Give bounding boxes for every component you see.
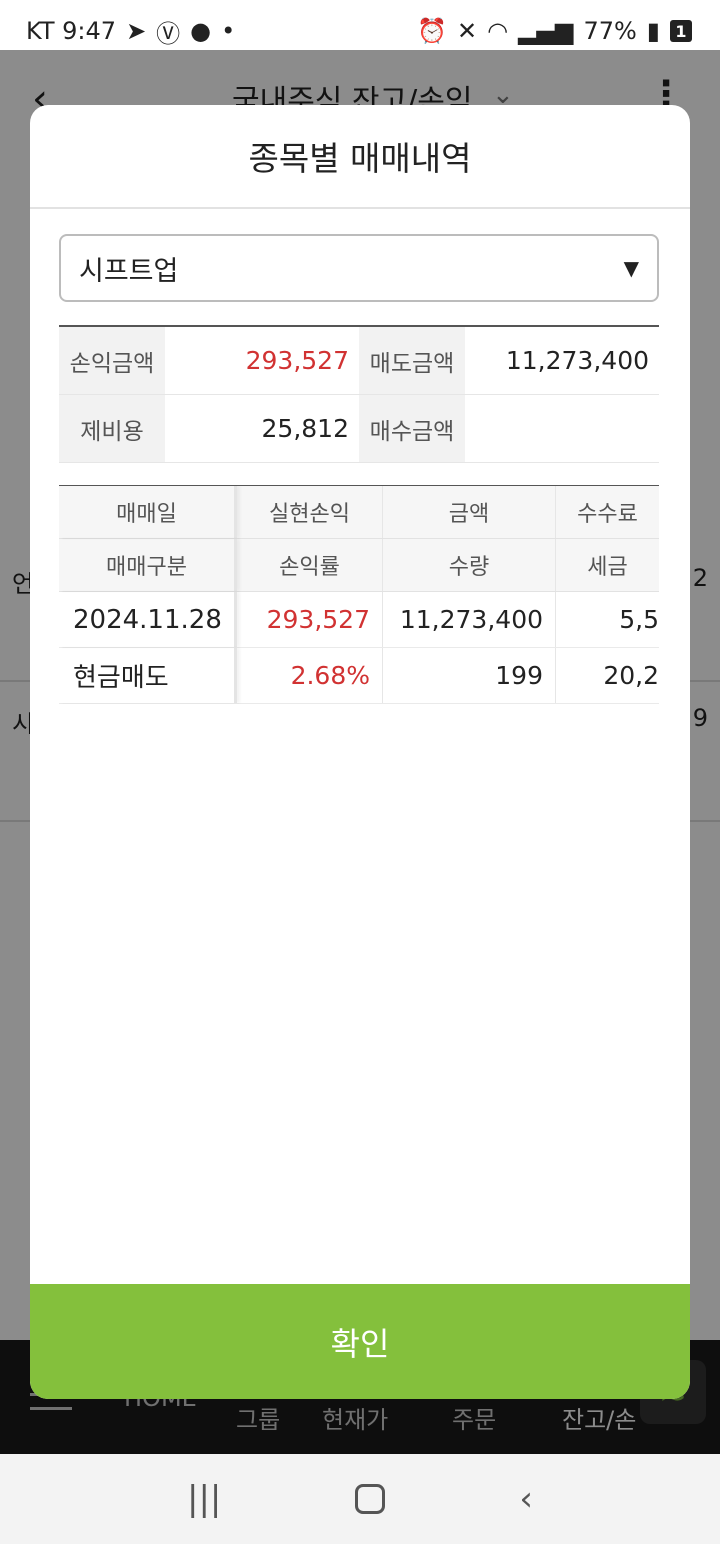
trade-tax: 20,2 <box>556 648 659 703</box>
stock-select[interactable]: 시프트업 ▼ <box>59 234 659 302</box>
wifi-icon: ◠ <box>487 17 509 45</box>
trade-history-modal: 종목별 매매내역 시프트업 ▼ 손익금액 293,527 매도금액 11,273… <box>30 105 690 1399</box>
sell-amount-value: 11,273,400 <box>505 346 649 375</box>
recent-apps-icon[interactable]: ||| <box>187 1479 221 1519</box>
header-quantity: 수량 <box>383 539 556 591</box>
cost-label: 제비용 <box>59 395 165 462</box>
battery-percent: 77% <box>583 17 637 45</box>
home-icon[interactable] <box>355 1484 386 1514</box>
confirm-button[interactable]: 확인 <box>30 1284 690 1399</box>
chat-icon: ● <box>190 17 212 45</box>
trade-date: 2024.11.28 <box>59 592 237 647</box>
header-profit-rate: 손익률 <box>237 539 383 591</box>
header-trade-type: 매매구분 <box>59 539 237 591</box>
system-nav-bar: ||| ‹ <box>0 1454 720 1544</box>
notification-dot: • <box>221 17 236 45</box>
trade-amount: 11,273,400 <box>383 592 556 647</box>
modal-title: 종목별 매매내역 <box>248 139 472 178</box>
buy-amount-label: 매수금액 <box>359 395 465 462</box>
profit-label: 손익금액 <box>59 327 165 394</box>
triangle-down-icon: ▼ <box>623 256 639 280</box>
signal-icon: ▂▄▆ <box>518 17 574 45</box>
back-nav-icon[interactable]: ‹ <box>519 1479 533 1519</box>
trade-type: 현금매도 <box>59 648 237 703</box>
profit-rate: 2.68% <box>237 648 383 703</box>
header-realized-profit: 실현손익 <box>237 486 383 538</box>
telegram-icon: ➤ <box>126 17 147 45</box>
header-tax: 세금 <box>587 555 628 580</box>
sim-badge: 1 <box>670 20 692 42</box>
summary-row: 제비용 25,812 매수금액 <box>59 395 659 463</box>
table-row[interactable]: 현금매도 2.68% 199 20,2 <box>59 648 659 704</box>
summary-row: 손익금액 293,527 매도금액 11,273,400 <box>59 327 659 395</box>
mute-icon: ✕ <box>457 17 478 45</box>
trade-tax-text: 20,2 <box>603 661 659 690</box>
header-amount: 금액 <box>383 486 556 538</box>
trade-quantity: 199 <box>383 648 556 703</box>
trade-fee-text: 5,5 <box>619 605 659 634</box>
app-notification-icon: Ⓥ <box>156 19 181 48</box>
trade-table[interactable]: 매매일 실현손익 금액 수수료 매매구분 손익률 수량 세금 2024.11.2… <box>59 485 659 704</box>
trade-fee: 5,5 <box>556 592 659 647</box>
table-row[interactable]: 2024.11.28 293,527 11,273,400 5,5 <box>59 592 659 648</box>
carrier-time: KT 9:47 <box>26 17 117 45</box>
battery-icon: ▮ <box>646 17 660 45</box>
cost-value: 25,812 <box>261 414 349 443</box>
modal-header: 종목별 매매내역 <box>30 105 690 209</box>
summary-table: 손익금액 293,527 매도금액 11,273,400 제비용 25,812 … <box>59 325 659 463</box>
profit-value: 293,527 <box>245 346 349 375</box>
sell-amount-label: 매도금액 <box>359 327 465 394</box>
realized-profit: 293,527 <box>237 592 383 647</box>
stock-select-value: 시프트업 <box>79 255 179 287</box>
header-trade-date: 매매일 <box>59 486 237 538</box>
status-left: KT 9:47 ➤ Ⓥ ● • <box>26 14 235 49</box>
header-fee: 수수료 <box>577 502 638 527</box>
table-header-row: 매매일 실현손익 금액 수수료 <box>59 486 659 539</box>
buy-amount-value <box>465 395 659 462</box>
alarm-icon: ⏰ <box>417 17 447 45</box>
status-right: ⏰ ✕ ◠ ▂▄▆ 77% ▮ 1 <box>417 17 692 45</box>
table-header-row: 매매구분 손익률 수량 세금 <box>59 539 659 592</box>
